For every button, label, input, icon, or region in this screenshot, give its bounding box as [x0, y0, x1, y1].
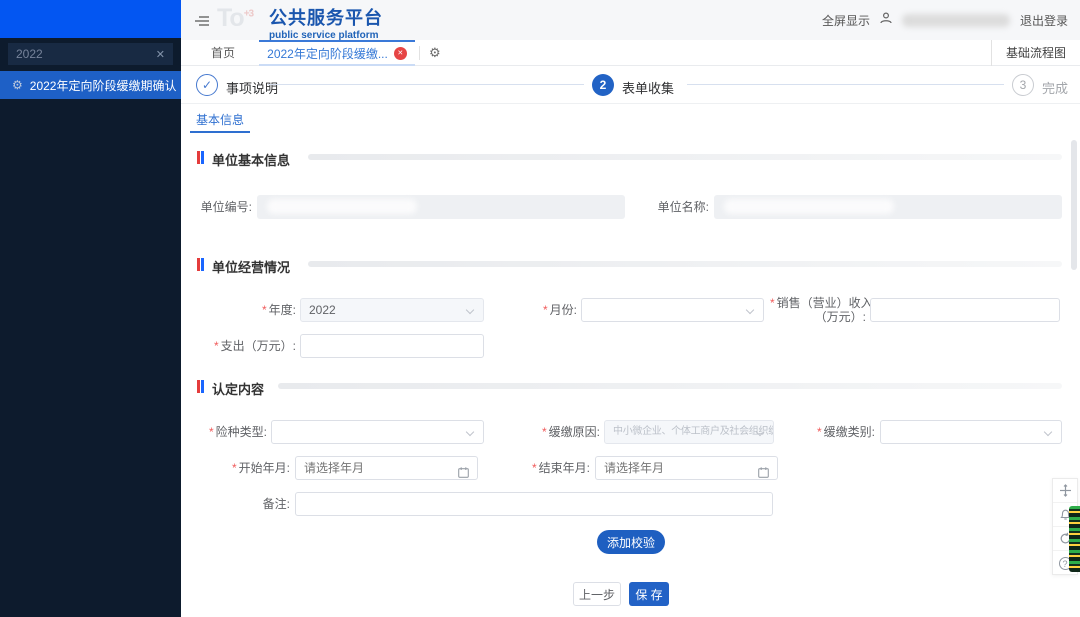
form-content: 单位基本信息 单位编号: 单位名称: 单位经营情况 *年度: 2022 *月份:…: [181, 134, 1080, 617]
expense-input[interactable]: [300, 334, 484, 358]
section-line: [308, 154, 1062, 160]
brand-title: 公共服务平台: [269, 4, 383, 30]
year-select[interactable]: 2022: [300, 298, 484, 322]
reason-label: *缓缴原因:: [500, 420, 600, 444]
step3-label: 完成: [1042, 78, 1068, 97]
chevron-down-icon: [466, 428, 474, 436]
sidebar-search[interactable]: 2022 ✕: [8, 43, 173, 65]
tab-basic-info[interactable]: 基本信息: [196, 111, 244, 128]
section-line: [278, 383, 1062, 389]
scrollbar-thumb[interactable]: [1071, 140, 1077, 270]
add-validation-button[interactable]: 添加校验: [597, 530, 665, 554]
sidebar-search-input[interactable]: 2022: [16, 47, 156, 61]
tab-settings-gear-icon[interactable]: ⚙: [429, 40, 441, 66]
insurance-type-select[interactable]: [271, 420, 484, 444]
section2-title: 单位经营情况: [212, 257, 290, 276]
end-month-label: *结束年月:: [490, 456, 590, 480]
end-month-input[interactable]: [596, 457, 746, 479]
active-tab-label: 2022年定向阶段缓缴...: [267, 45, 388, 62]
steps-bar: ✓ 事项说明 2 表单收集 3 完成: [181, 66, 1080, 104]
category-select[interactable]: [880, 420, 1062, 444]
topbar: To+3 公共服务平台 public service platform 全屏显示…: [181, 0, 1080, 40]
platform-logo: To+3: [217, 4, 253, 33]
save-button[interactable]: 保 存: [629, 582, 669, 606]
step2-circle: 2: [592, 74, 614, 96]
section-marker-icon: [197, 151, 204, 164]
chevron-down-icon: [1044, 428, 1052, 436]
section-line: [308, 261, 1062, 267]
tab-basic-info-underline: [190, 131, 250, 133]
expense-label: *支出（万元）:: [186, 334, 296, 358]
reason-value: 中小微企业、个体工商户及社会组织缓缴: [613, 426, 774, 437]
pixel-widget[interactable]: [1069, 506, 1080, 572]
tabbar: 首页 2022年定向阶段缓缴... ✕ ⚙ 基础流程图: [181, 40, 1080, 66]
calendar-icon[interactable]: [758, 463, 769, 485]
month-select[interactable]: [581, 298, 764, 322]
sidebar: 2022 ✕ ⚙ 2022年定向阶段缓缴期确认: [0, 0, 181, 617]
unit-name-blurred-value: [724, 199, 894, 214]
unit-code-label: 单位编号:: [160, 195, 252, 219]
start-month-picker[interactable]: [295, 456, 478, 480]
brand: 公共服务平台 public service platform: [269, 4, 383, 41]
tab-close-icon[interactable]: ✕: [394, 47, 407, 60]
sidebar-logo-block: [0, 0, 181, 38]
chevron-down-icon: [746, 306, 754, 314]
chevron-down-icon: [466, 306, 474, 314]
start-month-input[interactable]: [296, 457, 446, 479]
screen: 2022 ✕ ⚙ 2022年定向阶段缓缴期确认 To+3 公共服务平台 publ…: [0, 0, 1080, 617]
step2-label: 表单收集: [622, 78, 674, 97]
tab-home[interactable]: 首页: [211, 40, 235, 66]
fullscreen-button[interactable]: 全屏显示: [822, 12, 870, 29]
user-icon: [880, 11, 892, 29]
insurance-type-label: *险种类型:: [167, 420, 267, 444]
section3-title: 认定内容: [212, 379, 264, 398]
remark-input[interactable]: [295, 492, 773, 516]
category-label: *缓缴类别:: [775, 420, 875, 444]
tab-deferral-active[interactable]: 2022年定向阶段缓缴... ✕: [259, 40, 415, 66]
step-connector: [687, 84, 1004, 85]
sidebar-item-deferral-confirm[interactable]: ⚙ 2022年定向阶段缓缴期确认: [0, 71, 181, 99]
section-marker-icon: [197, 258, 204, 271]
month-label: *月份:: [477, 298, 577, 322]
topbar-right: 全屏显示 退出登录: [822, 0, 1068, 40]
income-label: *销售（营业）收入（万元）:: [770, 296, 866, 324]
tab-divider: [419, 46, 420, 60]
start-month-label: *开始年月:: [190, 456, 290, 480]
year-value: 2022: [309, 303, 336, 317]
year-label: *年度:: [196, 298, 296, 322]
section1-title: 单位基本信息: [212, 150, 290, 169]
unit-name-label: 单位名称:: [617, 195, 709, 219]
sidebar-item-label: 2022年定向阶段缓缴期确认: [30, 77, 177, 94]
subtab-bar: 基本信息: [181, 104, 1080, 134]
flowchart-link[interactable]: 基础流程图: [991, 40, 1066, 66]
reason-select-disabled: 中小微企业、个体工商户及社会组织缓缴: [604, 420, 774, 444]
step3-circle: 3: [1012, 74, 1034, 96]
income-input[interactable]: [870, 298, 1060, 322]
username-blurred: [902, 14, 1010, 27]
section-marker-icon: [197, 380, 204, 393]
remark-label: 备注:: [210, 492, 290, 516]
unit-code-field: [257, 195, 625, 219]
end-month-picker[interactable]: [595, 456, 778, 480]
menu-fold-icon[interactable]: [195, 14, 209, 32]
calendar-icon[interactable]: [458, 463, 469, 485]
unit-code-blurred-value: [267, 199, 417, 214]
previous-step-button[interactable]: 上一步: [573, 582, 621, 606]
logout-button[interactable]: 退出登录: [1020, 12, 1068, 29]
step1-check-icon: ✓: [196, 74, 218, 96]
step-connector: [268, 84, 584, 85]
unit-name-field: [714, 195, 1062, 219]
search-clear-icon[interactable]: ✕: [156, 48, 165, 61]
step1-label: 事项说明: [226, 78, 278, 97]
move-tool-icon[interactable]: [1053, 479, 1077, 503]
gear-icon: ⚙: [12, 78, 23, 92]
